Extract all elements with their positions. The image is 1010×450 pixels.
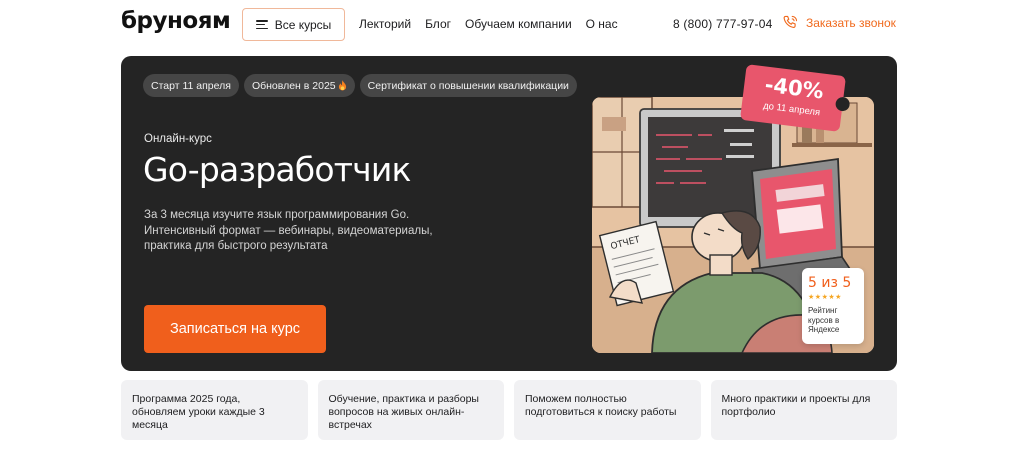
tag-certificate-label: Сертификат о повышении квалификации [367,79,569,92]
nav-item-blog[interactable]: Блог [425,17,451,31]
nav-item-about[interactable]: О нас [586,17,618,31]
star-icon: ★ [835,294,842,301]
course-format: Онлайн-курс [144,133,212,145]
menu-icon [255,20,268,29]
hero-banner: Старт 11 апреля Обновлен в 2025 Сертифик… [121,56,897,371]
callback-link[interactable]: Заказать звонок [782,14,896,31]
all-courses-button[interactable]: Все курсы [242,8,345,41]
feature-card-job-search: Поможем полностью подготовиться к поиску… [514,380,701,440]
discount-badge: -40% до 11 апреля [739,64,851,132]
nav-item-corporate[interactable]: Обучаем компании [465,17,572,31]
main-nav: Лекторий Блог Обучаем компании О нас [359,17,618,31]
rating-score: 5 из 5 [808,275,852,291]
course-tags: Старт 11 апреля Обновлен в 2025 Сертифик… [143,74,577,97]
tag-updated-label: Обновлен в 2025 [251,79,336,92]
page-title: Go-разработчик [143,150,411,189]
feature-cards: Программа 2025 года, обновляем уроки каж… [121,380,897,440]
star-icon: ★ [814,294,822,301]
rating-caption: Рейтинг курсов в Яндексе [808,306,840,334]
all-courses-label: Все курсы [274,17,332,32]
phone-icon [783,15,798,29]
feature-card-program: Программа 2025 года, обновляем уроки каж… [121,380,308,440]
tag-start-date: Старт 11 апреля [143,74,239,97]
feature-card-practice: Много практики и проекты для портфолио [710,380,897,440]
logo[interactable]: бруноям [121,8,231,34]
nav-item-lectures[interactable]: Лекторий [359,17,411,31]
phone-number[interactable]: 8 (800) 777-97-04 [673,17,772,31]
site-header: бруноям Все курсы Лекторий Блог Обучаем … [0,0,1010,48]
tag-start-date-label: Старт 11 апреля [151,79,231,92]
enroll-button[interactable]: Записаться на курс [144,305,326,353]
fire-icon [338,80,346,91]
tag-updated: Обновлен в 2025 [243,74,355,97]
rating-card: 5 из 5 ★★★★★ Рейтинг курсов в Яндексе [802,268,864,344]
course-description: За 3 месяца изучите язык программировани… [144,209,433,252]
star-icon: ★ [808,294,815,301]
feature-card-live-sessions: Обучение, практика и разборы вопросов на… [317,380,504,440]
tag-certificate: Сертификат о повышении квалификации [359,74,577,97]
rating-stars: ★★★★★ [808,293,858,301]
callback-label: Заказать звонок [806,15,896,30]
